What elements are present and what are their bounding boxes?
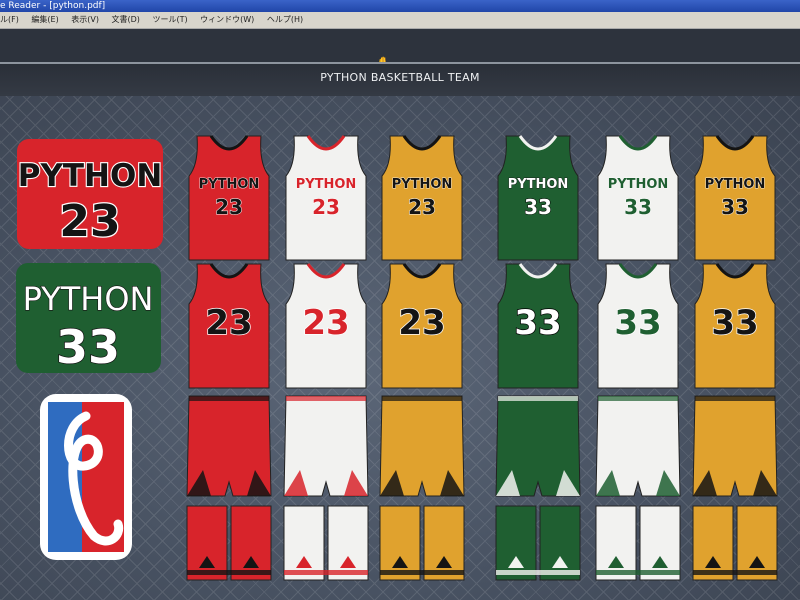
shorts-trim xyxy=(380,570,464,575)
shorts-waistband xyxy=(286,396,366,401)
jersey-number: 33 xyxy=(711,303,758,343)
document-banner: PYTHON BASKETBALL TEAM xyxy=(0,62,800,98)
window-title-bar: e Reader - [python.pdf] xyxy=(0,0,800,12)
home-jersey-with-wordmark: PYTHON 23 xyxy=(188,135,270,261)
shorts-waistband xyxy=(498,396,578,401)
green-logo-panel: PYTHON33 xyxy=(16,263,161,375)
shorts-waistband xyxy=(598,396,678,401)
shorts-waistband xyxy=(189,396,269,401)
shorts-leg xyxy=(186,505,228,581)
shorts-waistband xyxy=(695,396,775,401)
uniform-shorts-front xyxy=(379,395,465,497)
shorts-leg xyxy=(495,505,537,581)
menu-document[interactable]: 文書(D) xyxy=(112,15,140,24)
menu-help[interactable]: ヘルプ(H) xyxy=(267,15,303,24)
shorts-leg xyxy=(639,505,681,581)
uniform-shorts-detail xyxy=(495,505,581,581)
shorts-trim xyxy=(596,570,680,575)
shorts-leg xyxy=(692,505,734,581)
home-jersey-with-wordmark: PYTHON 23 xyxy=(285,135,367,261)
shorts-leg xyxy=(539,505,581,581)
jersey-number: 23 xyxy=(408,195,436,219)
shorts-trim xyxy=(187,570,271,575)
jersey-number: 33 xyxy=(514,303,561,343)
jersey-number: 23 xyxy=(302,303,349,343)
shorts-leg xyxy=(595,505,637,581)
alternate-jersey-number: 23 xyxy=(381,263,463,389)
jersey-number: 33 xyxy=(524,195,552,219)
panel-number: 23 xyxy=(59,196,120,247)
panel-wordmark: PYTHON xyxy=(18,158,163,194)
toolbar-area xyxy=(0,29,800,62)
uniform-sheet-canvas: PYTHON23PYTHON33PYTHON2323PYTHON2323PYTH… xyxy=(16,135,778,581)
red-logo-panel: PYTHON23 xyxy=(17,139,163,249)
shorts-leg xyxy=(379,505,421,581)
alternate-jersey-number: 33 xyxy=(597,263,679,389)
home-jersey-with-wordmark: PYTHON 33 xyxy=(597,135,679,261)
home-jersey-with-wordmark: PYTHON 23 xyxy=(381,135,463,261)
jersey-number: 23 xyxy=(312,195,340,219)
uniform-shorts-front xyxy=(595,395,681,497)
jersey-number: 33 xyxy=(721,195,749,219)
alternate-jersey-number: 33 xyxy=(497,263,579,389)
jersey-number: 23 xyxy=(215,195,243,219)
uniform-shorts-front xyxy=(495,395,581,497)
jersey-wordmark: PYTHON xyxy=(608,177,669,192)
uniform-shorts-detail xyxy=(379,505,465,581)
jersey-wordmark: PYTHON xyxy=(392,177,453,192)
shorts-trim xyxy=(284,570,368,575)
shorts-leg xyxy=(423,505,465,581)
jersey-wordmark: PYTHON xyxy=(508,177,569,192)
jersey-wordmark: PYTHON xyxy=(199,177,260,192)
home-jersey-with-wordmark: PYTHON 33 xyxy=(694,135,776,261)
panel-wordmark: PYTHON xyxy=(23,280,154,318)
uniform-shorts-front xyxy=(692,395,778,497)
uniform-shorts-front xyxy=(186,395,272,497)
panel-number: 33 xyxy=(56,320,120,374)
jersey-number: 33 xyxy=(614,303,661,343)
league-logo-icon xyxy=(40,394,132,560)
shorts-trim xyxy=(496,570,580,575)
shorts-trim xyxy=(693,570,777,575)
alternate-jersey-number: 23 xyxy=(285,263,367,389)
shorts-leg xyxy=(327,505,369,581)
alternate-jersey-number: 33 xyxy=(694,263,776,389)
jersey-number: 23 xyxy=(205,303,252,343)
uniform-shorts-detail xyxy=(692,505,778,581)
menu-edit[interactable]: 編集(E) xyxy=(31,15,58,24)
shorts-waistband xyxy=(382,396,462,401)
shorts-leg xyxy=(230,505,272,581)
jersey-wordmark: PYTHON xyxy=(296,177,357,192)
menu-bar: ル(F) 編集(E) 表示(V) 文書(D) ツール(T) ウィンドウ(W) ヘ… xyxy=(0,12,800,29)
jersey-number: 23 xyxy=(398,303,445,343)
page-title: PYTHON BASKETBALL TEAM xyxy=(320,71,480,84)
uniform-shorts-detail xyxy=(595,505,681,581)
jersey-wordmark: PYTHON xyxy=(705,177,766,192)
uniform-shorts-detail xyxy=(186,505,272,581)
menu-tools[interactable]: ツール(T) xyxy=(152,15,187,24)
menu-file[interactable]: ル(F) xyxy=(0,15,19,24)
uniform-shorts-front xyxy=(283,395,369,497)
menu-view[interactable]: 表示(V) xyxy=(71,15,99,24)
menu-window[interactable]: ウィンドウ(W) xyxy=(200,15,254,24)
window-title: e Reader - [python.pdf] xyxy=(0,1,106,11)
document-page[interactable]: PYTHON 23 PYTHON 33 PYTHON 23 23 PYTHON 23 23 PYTH… xyxy=(0,96,800,600)
alternate-jersey-number: 23 xyxy=(188,263,270,389)
jersey-number: 33 xyxy=(624,195,652,219)
shorts-leg xyxy=(283,505,325,581)
uniform-shorts-detail xyxy=(283,505,369,581)
shorts-leg xyxy=(736,505,778,581)
home-jersey-with-wordmark: PYTHON 33 xyxy=(497,135,579,261)
